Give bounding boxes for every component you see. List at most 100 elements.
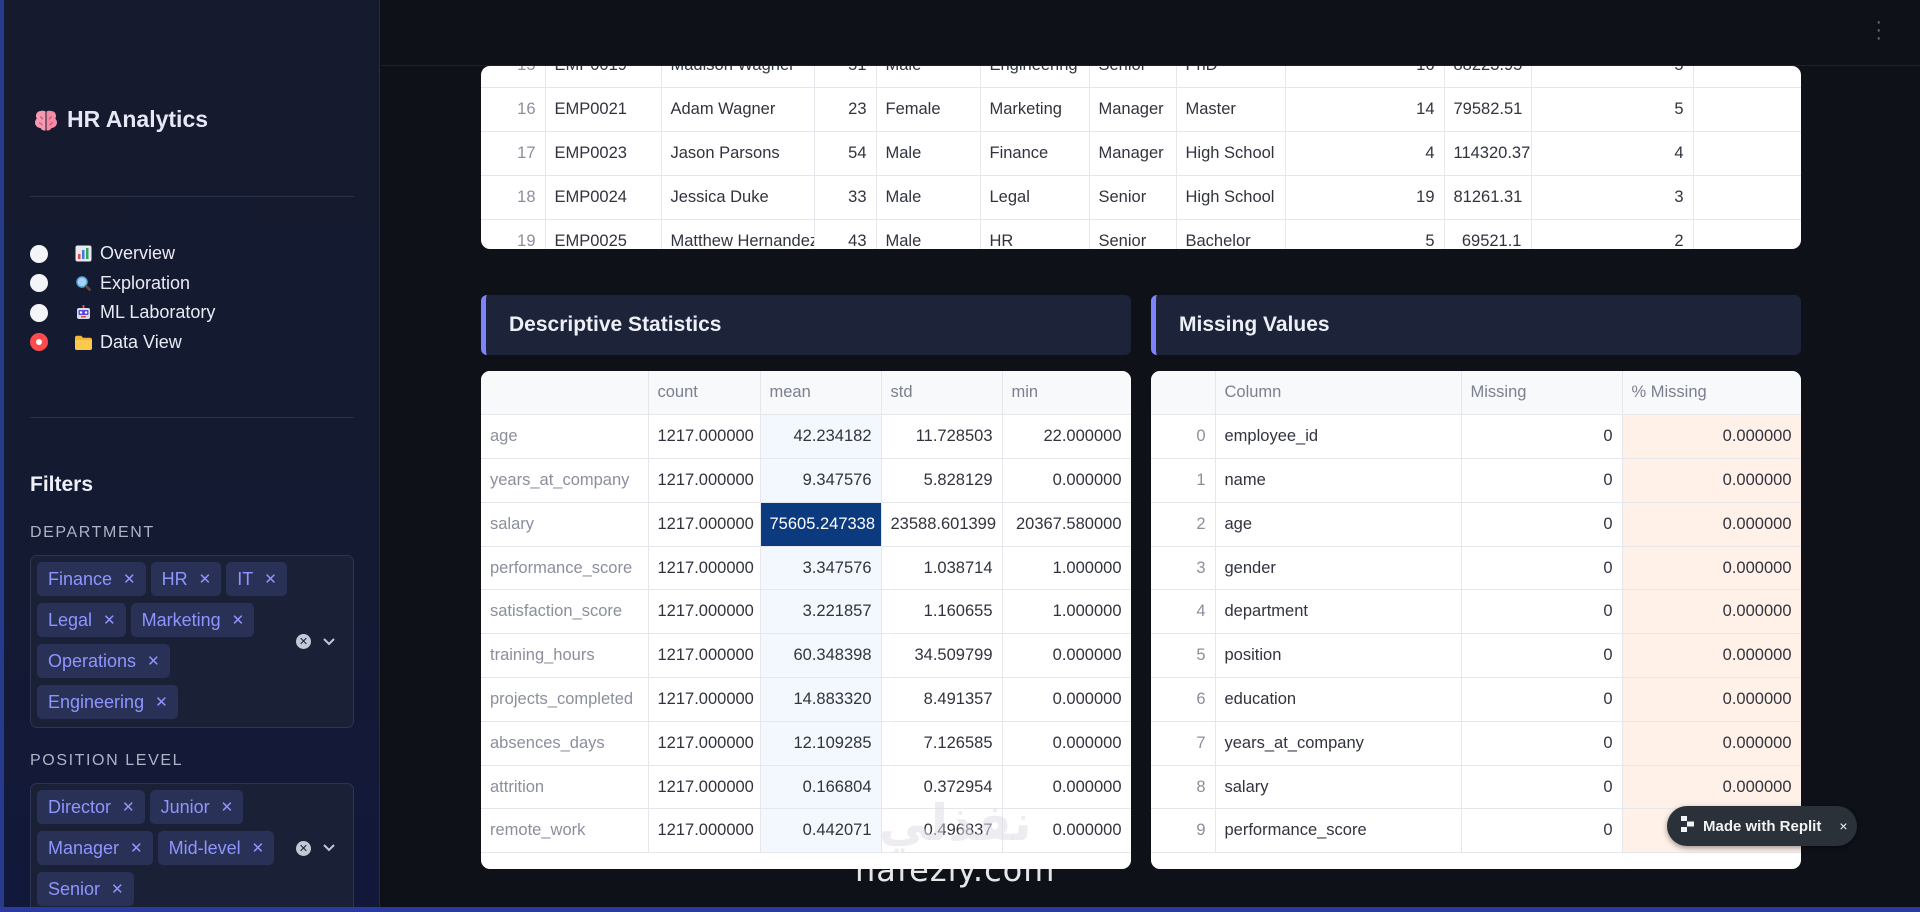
- table-cell: Adam Wagner: [661, 87, 815, 133]
- table-cell: 1217.000000: [648, 589, 761, 635]
- column-header[interactable]: Missing: [1461, 371, 1623, 416]
- employee-table[interactable]: 15EMP0019Madison Wagner51MaleEngineering…: [481, 66, 1801, 249]
- table-cell: 0: [1461, 633, 1623, 679]
- table-cell: department: [1215, 589, 1462, 635]
- table-cell: [1693, 219, 1801, 249]
- remove-tag-icon[interactable]: ✕: [155, 693, 168, 711]
- table-row[interactable]: 1 name 0 0.000000: [1151, 458, 1801, 503]
- column-header[interactable]: count: [648, 371, 761, 416]
- table-row[interactable]: 0 employee_id 0 0.000000: [1151, 414, 1801, 460]
- nav-item-ml-laboratory[interactable]: ML Laboratory: [30, 298, 215, 328]
- table-cell: 3.347576: [760, 546, 882, 591]
- brain-icon: [33, 107, 59, 133]
- nav-item-data-view[interactable]: Data View: [30, 328, 215, 358]
- table-cell: 1217.000000: [648, 458, 761, 503]
- missing-values-table[interactable]: Column Missing% Missing 0 employee_id 0 0.00…: [1151, 371, 1801, 869]
- table-cell: 51: [814, 66, 877, 89]
- position-multiselect[interactable]: Director ✕ Junior ✕ Manager ✕ Mid-level ✕ Se…: [30, 783, 354, 912]
- row-label: absences_days: [481, 721, 649, 766]
- radio-exploration[interactable]: [30, 274, 48, 293]
- table-row[interactable]: 15EMP0019Madison Wagner51MaleEngineering…: [481, 66, 1801, 89]
- row-label: remote_work: [481, 808, 649, 854]
- table-cell: 1.000000: [1002, 546, 1131, 591]
- remove-tag-icon[interactable]: ✕: [199, 570, 212, 588]
- radio-data-view[interactable]: [30, 333, 48, 352]
- table-cell: 0.000000: [1622, 633, 1801, 679]
- department-tag: Operations ✕: [37, 644, 170, 678]
- remove-tag-icon[interactable]: ✕: [252, 839, 265, 857]
- table-cell: 1217.000000: [648, 502, 761, 547]
- table-cell: 0.000000: [1622, 502, 1801, 547]
- nav-label-ml-laboratory: ML Laboratory: [100, 302, 216, 323]
- table-cell: 0.000000: [1002, 677, 1131, 722]
- table-row[interactable]: 3 gender 0 0.000000: [1151, 546, 1801, 591]
- table-row[interactable]: 7 years_at_company 0 0.000000: [1151, 721, 1801, 766]
- table-cell: 0: [1461, 502, 1623, 547]
- remove-tag-icon[interactable]: ✕: [122, 798, 135, 816]
- table-row[interactable]: 8 salary 0 0.000000: [1151, 765, 1801, 810]
- department-tag: Marketing ✕: [130, 603, 255, 637]
- nav-item-overview[interactable]: Overview: [30, 239, 215, 269]
- column-header[interactable]: [1151, 371, 1216, 416]
- table-row[interactable]: 2 age 0 0.000000: [1151, 502, 1801, 547]
- clear-all-icon[interactable]: ✕: [296, 634, 311, 649]
- department-tag: Engineering ✕: [37, 685, 178, 719]
- remove-tag-icon[interactable]: ✕: [147, 652, 160, 670]
- remove-tag-icon[interactable]: ✕: [264, 570, 277, 588]
- clear-all-icon[interactable]: ✕: [296, 840, 311, 856]
- table-row[interactable]: 17 EMP0023 Jason Parsons 54 Male Finance Manag…: [481, 131, 1801, 176]
- remove-tag-icon[interactable]: ✕: [221, 798, 234, 816]
- chevron-down-icon[interactable]: [323, 633, 335, 651]
- table-cell: 114320.37: [1444, 131, 1532, 176]
- nav-item-exploration[interactable]: Exploration: [30, 269, 215, 299]
- table-cell: Manager: [1089, 131, 1177, 176]
- table-row[interactable]: performance_score 1217.000000 3.347576 1.03…: [481, 546, 1131, 591]
- radio-overview[interactable]: [30, 244, 48, 263]
- remove-tag-icon[interactable]: ✕: [123, 570, 136, 588]
- chevron-down-icon[interactable]: [323, 839, 335, 857]
- remove-tag-icon[interactable]: ✕: [103, 611, 116, 629]
- table-cell: Madison Wagner: [661, 66, 815, 89]
- main-menu-icon[interactable]: · · ·: [1875, 12, 1882, 48]
- table-cell: 0.000000: [1002, 458, 1131, 503]
- table-cell: Senior: [1089, 219, 1177, 249]
- table-cell: name: [1215, 458, 1462, 503]
- table-cell: 54: [814, 131, 877, 176]
- table-cell: 0: [1461, 458, 1623, 503]
- table-row[interactable]: 16 EMP0021 Adam Wagner 23 Female Marketing Man…: [481, 87, 1801, 133]
- remove-tag-icon[interactable]: ✕: [130, 839, 143, 857]
- remove-tag-icon[interactable]: ✕: [232, 611, 245, 629]
- table-cell: 0: [1461, 677, 1623, 722]
- watermark-arabic: نفذلي: [878, 794, 1032, 852]
- table-cell: Manager: [1089, 87, 1177, 133]
- position-tags: Director ✕ Junior ✕ Manager ✕ Mid-level ✕ Se…: [37, 790, 289, 906]
- table-row[interactable]: training_hours 1217.000000 60.348398 34.509…: [481, 633, 1131, 679]
- table-cell: HR: [980, 219, 1090, 249]
- table-row[interactable]: projects_completed 1217.000000 14.883320 8.…: [481, 677, 1131, 722]
- table-row[interactable]: 18 EMP0024 Jessica Duke 33 Male Legal Senior Hi…: [481, 175, 1801, 220]
- column-header[interactable]: [481, 371, 649, 416]
- table-row[interactable]: 5 position 0 0.000000: [1151, 633, 1801, 679]
- column-header[interactable]: mean: [760, 371, 882, 416]
- table-row[interactable]: absences_days 1217.000000 12.109285 7.12658…: [481, 721, 1131, 766]
- table-row[interactable]: 4 department 0 0.000000: [1151, 589, 1801, 635]
- remove-tag-icon[interactable]: ✕: [111, 880, 124, 898]
- column-header[interactable]: Column: [1215, 371, 1462, 416]
- table-cell: 9: [1151, 808, 1216, 854]
- table-row[interactable]: 6 education 0 0.000000: [1151, 677, 1801, 722]
- table-cell: 0.000000: [1622, 414, 1801, 460]
- department-multiselect[interactable]: Finance ✕ HR ✕ IT ✕ Legal ✕ Marketing ✕ Opera…: [30, 555, 354, 728]
- table-row[interactable]: salary 1217.000000 75605.247338 23588.60139…: [481, 502, 1131, 547]
- column-header[interactable]: min: [1002, 371, 1131, 416]
- table-row[interactable]: years_at_company 1217.000000 9.347576 5.828…: [481, 458, 1131, 503]
- table-row[interactable]: 19 EMP0025 Matthew Hernandez 43 Male HR Senior…: [481, 219, 1801, 249]
- close-icon[interactable]: ×: [1839, 818, 1847, 834]
- made-with-replit-badge[interactable]: Made with Replit ×: [1667, 806, 1857, 846]
- column-header[interactable]: % Missing: [1622, 371, 1801, 416]
- table-row[interactable]: age 1217.000000 42.234182 11.728503 22.00000…: [481, 414, 1131, 460]
- table-row[interactable]: satisfaction_score 1217.000000 3.221857 1.1…: [481, 589, 1131, 635]
- column-header[interactable]: std: [881, 371, 1003, 416]
- radio-ml-laboratory[interactable]: [30, 303, 48, 322]
- table-cell: 8.491357: [881, 677, 1003, 722]
- table-cell: 5: [1531, 66, 1694, 89]
